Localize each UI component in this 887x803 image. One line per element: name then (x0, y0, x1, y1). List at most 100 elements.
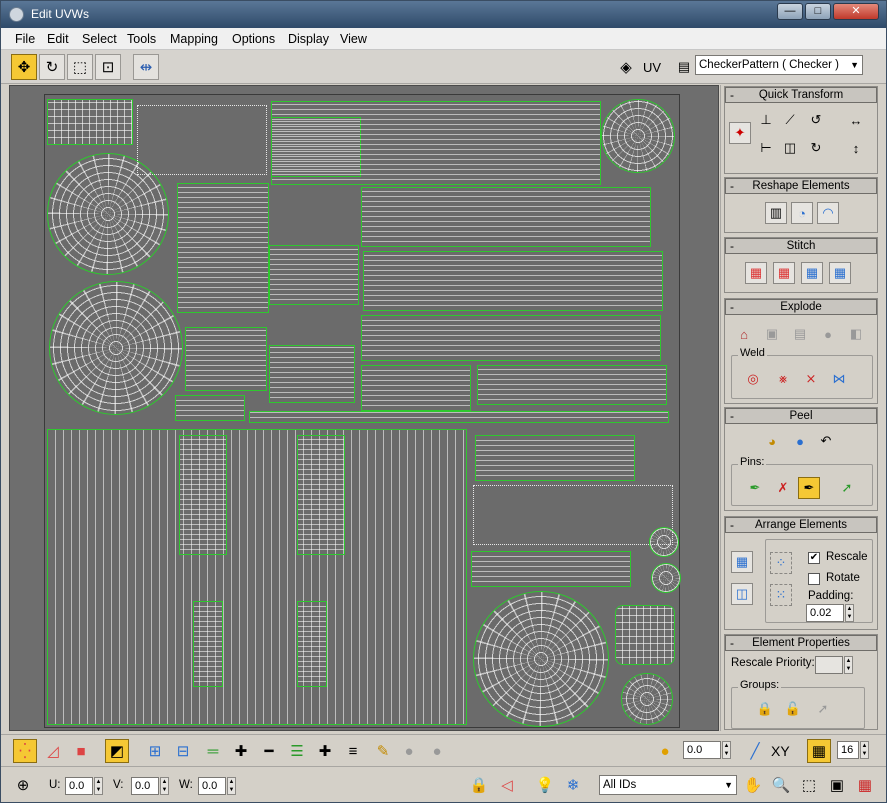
pan-icon[interactable]: ✋ (741, 773, 765, 797)
loop-grow-icon[interactable]: ☰ (285, 739, 309, 763)
checker-cube-icon[interactable]: ◈ (613, 54, 639, 80)
minimize-button[interactable]: — (777, 3, 803, 20)
rescale-priority-field[interactable] (815, 656, 843, 674)
reset-peel-icon[interactable]: ↶ (815, 430, 837, 452)
menu-options[interactable]: Options (232, 32, 275, 46)
arrange-elements-header[interactable]: - Arrange Elements (725, 517, 877, 533)
space-horizontal-icon[interactable]: ↔ (845, 109, 867, 131)
material-ids-dropdown[interactable]: All IDs ▼ (599, 775, 737, 795)
relax-settings-icon[interactable]: ◠ (817, 202, 839, 224)
u-field[interactable]: 0.0 (65, 777, 93, 795)
uv-editor-viewport[interactable] (9, 85, 719, 731)
polygon-select-icon[interactable]: ■ (69, 739, 93, 763)
menu-view[interactable]: View (340, 32, 367, 46)
quick-peel-icon[interactable]: ◕ (761, 430, 783, 452)
xy-label[interactable]: XY (771, 743, 790, 759)
rescale-checkbox[interactable]: ✔ (808, 552, 820, 564)
loop-plus-icon[interactable]: ✚ (313, 739, 337, 763)
weld-threshold-icon[interactable]: ⋈ (828, 368, 850, 390)
menu-display[interactable]: Display (288, 32, 329, 46)
stitch-custom-icon[interactable]: ▦ (829, 262, 851, 284)
lock-selection-icon[interactable]: 🔒 (467, 773, 491, 797)
soft-selection-spinner[interactable]: ▲ ▼ (722, 741, 731, 759)
peel-mode-icon[interactable]: ● (789, 430, 811, 452)
loop-minus-icon[interactable]: ≡ (341, 739, 365, 763)
relax-icon[interactable]: ◔ (791, 202, 813, 224)
grid-field[interactable]: 16 (837, 741, 859, 759)
group-selected-icon[interactable]: 🔒 (754, 698, 776, 720)
filter-selected-faces-icon[interactable]: ◁ (495, 773, 519, 797)
break-by-material-icon[interactable]: ▣ (761, 323, 783, 345)
pin-selected-icon[interactable]: ✒ (744, 477, 766, 499)
ring-grow-icon[interactable]: ═ (201, 739, 225, 763)
mirror-tool-icon[interactable]: ⇹ (133, 54, 159, 80)
unpin-selected-icon[interactable]: ✗ (772, 477, 794, 499)
align-horizontal-icon[interactable]: ⊥ (755, 109, 777, 131)
zoom-icon[interactable]: 🔍 (769, 773, 793, 797)
rotate-ccw-icon[interactable]: ↺ (805, 109, 827, 131)
explode-header[interactable]: - Explode (725, 299, 877, 315)
freeze-icon[interactable]: ❄ (561, 773, 585, 797)
shrink-selection-icon[interactable]: ⊟ (171, 739, 195, 763)
rescale-priority-spinner[interactable]: ▲ ▼ (844, 656, 853, 674)
shrink-brush-icon[interactable]: ● (425, 739, 449, 763)
grow-selection-icon[interactable]: ⊞ (143, 739, 167, 763)
pack-custom-icon[interactable]: ⁘ (770, 552, 792, 574)
move-tool-icon[interactable]: ✥ (11, 54, 37, 80)
straighten-selection-icon[interactable]: ▥ (765, 202, 787, 224)
element-properties-header[interactable]: - Element Properties (725, 635, 877, 651)
texture-dropdown[interactable]: CheckerPattern ( Checker ) ▼ (695, 55, 863, 75)
rotate-checkbox[interactable] (808, 573, 820, 585)
close-button[interactable]: ✕ (833, 3, 879, 20)
set-pivot-icon[interactable]: ✦ (729, 122, 751, 144)
ring-plus-icon[interactable]: ✚ (229, 739, 253, 763)
align-diagonal-icon[interactable]: ⟋ (779, 109, 801, 131)
pack-recursive-icon[interactable]: ⁙ (770, 584, 792, 606)
peel-header[interactable]: - Peel (725, 408, 877, 424)
vertex-select-icon[interactable]: ⁛ (13, 739, 37, 763)
menu-file[interactable]: File (15, 32, 35, 46)
enlarge-brush-icon[interactable]: ● (397, 739, 421, 763)
falloff-line-icon[interactable]: ╱ (743, 739, 767, 763)
select-pinned-icon[interactable]: ➚ (836, 477, 858, 499)
stitch-header[interactable]: - Stitch (725, 238, 877, 254)
select-group-icon[interactable]: ➚ (812, 698, 834, 720)
grid-spinner[interactable]: ▲ ▼ (860, 741, 869, 759)
pack-together-icon[interactable]: ◫ (731, 583, 753, 605)
soft-selection-field[interactable]: 0.0 (683, 741, 721, 759)
edge-select-icon[interactable]: ◿ (41, 739, 65, 763)
quick-transform-header[interactable]: - Quick Transform (725, 87, 877, 103)
straighten-icon[interactable]: ◫ (779, 137, 801, 159)
explode-all-icon[interactable]: ◧ (845, 323, 867, 345)
v-spinner[interactable]: ▲ ▼ (160, 777, 169, 795)
texture-settings-icon[interactable]: ▤ (671, 54, 697, 80)
break-by-smoothing-icon[interactable]: ⌂ (733, 323, 755, 345)
zoom-selected-icon[interactable]: ▦ (853, 773, 877, 797)
pack-normalize-icon[interactable]: ▦ (731, 551, 753, 573)
weld-selected-icon[interactable]: ⨳ (772, 368, 794, 390)
uv-label[interactable]: UV (643, 60, 661, 75)
padding-spinner[interactable]: ▲ ▼ (845, 604, 854, 622)
stitch-to-source-icon[interactable]: ▦ (801, 262, 823, 284)
w-spinner[interactable]: ▲ ▼ (227, 777, 236, 795)
paint-select-icon[interactable]: ✎ (371, 739, 395, 763)
maximize-button[interactable]: □ (805, 3, 831, 20)
align-vertical-icon[interactable]: ⊢ (755, 137, 777, 159)
padding-field[interactable]: 0.02 (806, 604, 844, 622)
menu-select[interactable]: Select (82, 32, 117, 46)
v-field[interactable]: 0.0 (131, 777, 159, 795)
zoom-extents-icon[interactable]: ▣ (825, 773, 849, 797)
select-by-element-icon[interactable]: ◩ (105, 739, 129, 763)
soft-selection-icon[interactable]: ● (653, 739, 677, 763)
ungroup-selected-icon[interactable]: 🔓 (782, 698, 804, 720)
freeform-tool-icon[interactable]: ⊡ (95, 54, 121, 80)
stitch-to-average-icon[interactable]: ▦ (773, 262, 795, 284)
flatten-icon[interactable]: ● (817, 323, 839, 345)
break-by-polygon-icon[interactable]: ▤ (789, 323, 811, 345)
u-spinner[interactable]: ▲ ▼ (94, 777, 103, 795)
rotate-cw-icon[interactable]: ↻ (805, 137, 827, 159)
stitch-to-target-icon[interactable]: ▦ (745, 262, 767, 284)
menu-mapping[interactable]: Mapping (170, 32, 218, 46)
weld-all-icon[interactable]: ⨯ (800, 368, 822, 390)
ring-minus-icon[interactable]: ━ (257, 739, 281, 763)
